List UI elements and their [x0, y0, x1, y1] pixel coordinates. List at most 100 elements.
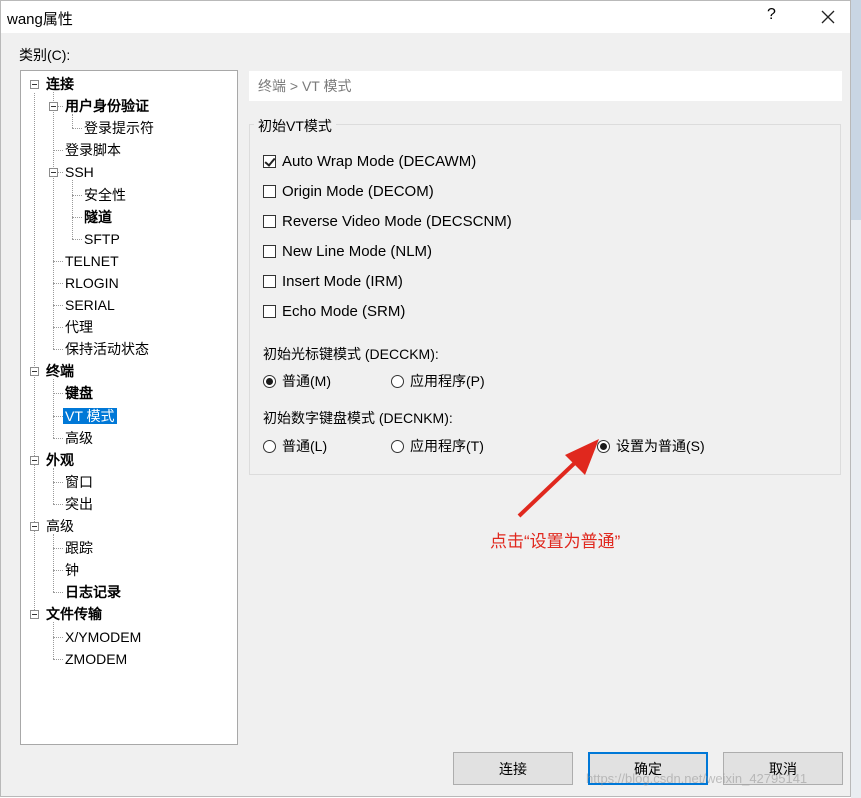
properties-dialog: wang属性 ? 类别(C): 连接 用户身份验证 登录提示符 登录脚本 SSH 安全性隧…	[0, 0, 851, 797]
checkbox[interactable]	[263, 154, 276, 168]
radio-label: 设置为普通(S)	[616, 438, 705, 454]
mode-checkbox-row[interactable]: Reverse Video Mode (DECSCNM)	[263, 211, 512, 231]
group-title: 初始VT模式	[254, 116, 336, 136]
tree-item[interactable]: 突出	[65, 494, 93, 514]
tree-line	[53, 534, 54, 593]
tree-collapse-icon[interactable]	[30, 610, 39, 620]
tree-item[interactable]: 窗口	[65, 472, 93, 492]
annotation-text: 点击“设置为普通”	[490, 532, 621, 551]
tree-line	[72, 128, 82, 130]
checkbox-label: Insert Mode (IRM)	[282, 272, 403, 290]
tree-line	[53, 415, 63, 417]
checkbox[interactable]	[263, 184, 276, 198]
radio-option[interactable]: 普通(L)	[263, 436, 327, 456]
tree-collapse-icon[interactable]	[30, 455, 39, 465]
checkbox-label: Auto Wrap Mode (DECAWM)	[282, 152, 477, 170]
tree-item-label: 连接	[46, 76, 74, 92]
tree-item[interactable]: 钟	[65, 560, 79, 580]
tree-line	[53, 327, 63, 329]
mode-checkbox-row[interactable]: Auto Wrap Mode (DECAWM)	[263, 151, 476, 171]
tree-item[interactable]: TELNET	[65, 251, 119, 271]
radio-button[interactable]	[263, 374, 276, 388]
close-button[interactable]	[811, 5, 845, 29]
tree-line	[53, 622, 54, 659]
radio-label: 普通(L)	[282, 438, 328, 454]
radio-option[interactable]: 应用程序(P)	[391, 371, 485, 391]
connect-button[interactable]: 连接	[453, 752, 573, 785]
close-icon	[821, 10, 835, 24]
tree-line	[53, 92, 54, 350]
tree-collapse-icon[interactable]	[30, 80, 39, 89]
tree-item-label: SSH	[65, 164, 94, 181]
radio-button[interactable]	[391, 374, 404, 388]
radio-option[interactable]: 应用程序(T)	[391, 436, 484, 456]
checkbox[interactable]	[263, 274, 276, 288]
tree-line	[53, 503, 63, 505]
mode-checkbox-row[interactable]: Origin Mode (DECOM)	[263, 181, 434, 201]
tree-line	[53, 305, 63, 306]
watermark: https://blog.csdn.net/weixin_42795141	[586, 771, 808, 786]
tree-item[interactable]: ZMODEM	[65, 649, 127, 669]
tree-line	[53, 636, 63, 638]
tree-item[interactable]: 登录提示符	[84, 118, 154, 138]
tree-collapse-icon[interactable]	[30, 522, 39, 531]
tree-line	[72, 194, 82, 196]
help-button[interactable]: ?	[767, 6, 776, 24]
tree-line	[53, 150, 63, 152]
tree-item[interactable]: 安全性	[84, 185, 126, 205]
tree-item[interactable]: 终端	[46, 361, 74, 381]
mode-checkbox-row[interactable]: Echo Mode (SRM)	[263, 301, 405, 321]
tree-item[interactable]: 隧道	[84, 207, 112, 227]
tree-item[interactable]: 连接	[46, 74, 74, 94]
tree-item[interactable]: 高级	[65, 428, 93, 448]
background-window-edge	[851, 0, 861, 798]
radio-button[interactable]	[263, 439, 276, 453]
tree-item-label: 高级	[46, 518, 74, 534]
checkbox-label: Origin Mode (DECOM)	[282, 182, 434, 200]
radio-label: 普通(M)	[282, 373, 331, 389]
tree-item[interactable]: 登录脚本	[65, 140, 121, 160]
tree-line	[53, 282, 63, 284]
tree-collapse-icon[interactable]	[30, 367, 39, 377]
tree-item[interactable]: 日志记录	[65, 582, 121, 602]
tree-item[interactable]: 代理	[65, 317, 93, 337]
tree-item[interactable]: 高级	[46, 516, 74, 536]
radio-option[interactable]: 设置为普通(S)	[597, 436, 705, 456]
tree-item[interactable]: VT 模式	[63, 406, 117, 426]
tree-item[interactable]: 键盘	[65, 383, 93, 403]
checkbox[interactable]	[263, 244, 276, 258]
tree-item[interactable]: 外观	[46, 450, 74, 470]
tree-collapse-icon[interactable]	[49, 168, 58, 178]
tree-item-label: 日志记录	[65, 584, 121, 601]
tree-item[interactable]: 用户身份验证	[65, 96, 149, 116]
tree-item[interactable]: SFTP	[84, 229, 120, 249]
tree-item-label: 保持活动状态	[65, 341, 149, 358]
checkbox-label: Echo Mode (SRM)	[282, 302, 406, 320]
tree-line	[53, 658, 63, 660]
tree-item-label: 高级	[65, 429, 93, 446]
tree-item[interactable]: 跟踪	[65, 538, 93, 558]
tree-item[interactable]: RLOGIN	[65, 273, 119, 293]
radio-option[interactable]: 普通(M)	[263, 371, 331, 391]
tree-item-label: SFTP	[84, 230, 120, 247]
annotation-arrow-icon	[517, 439, 599, 518]
mode-checkbox-row[interactable]: Insert Mode (IRM)	[263, 271, 403, 291]
mode-checkbox-row[interactable]: New Line Mode (NLM)	[263, 241, 432, 261]
tree-item[interactable]: SSH	[65, 162, 94, 182]
title-bar: wang属性 ?	[1, 1, 850, 33]
breadcrumb: 终端 > VT 模式	[249, 71, 842, 101]
tree-collapse-icon[interactable]	[49, 102, 58, 112]
tree-item[interactable]: 文件传输	[46, 604, 102, 624]
tree-item-label: VT 模式	[63, 407, 117, 424]
tree-item-label: RLOGIN	[65, 274, 119, 291]
radio-button[interactable]	[391, 439, 404, 453]
tree-item[interactable]: SERIAL	[65, 295, 115, 315]
tree-line	[53, 393, 63, 395]
checkbox[interactable]	[263, 304, 276, 318]
tree-line	[72, 216, 82, 218]
tree-item-label: 跟踪	[65, 540, 93, 557]
tree-item[interactable]: 保持活动状态	[65, 339, 149, 359]
tree-line	[53, 260, 63, 262]
checkbox[interactable]	[263, 214, 276, 228]
tree-item[interactable]: X/YMODEM	[65, 627, 141, 647]
